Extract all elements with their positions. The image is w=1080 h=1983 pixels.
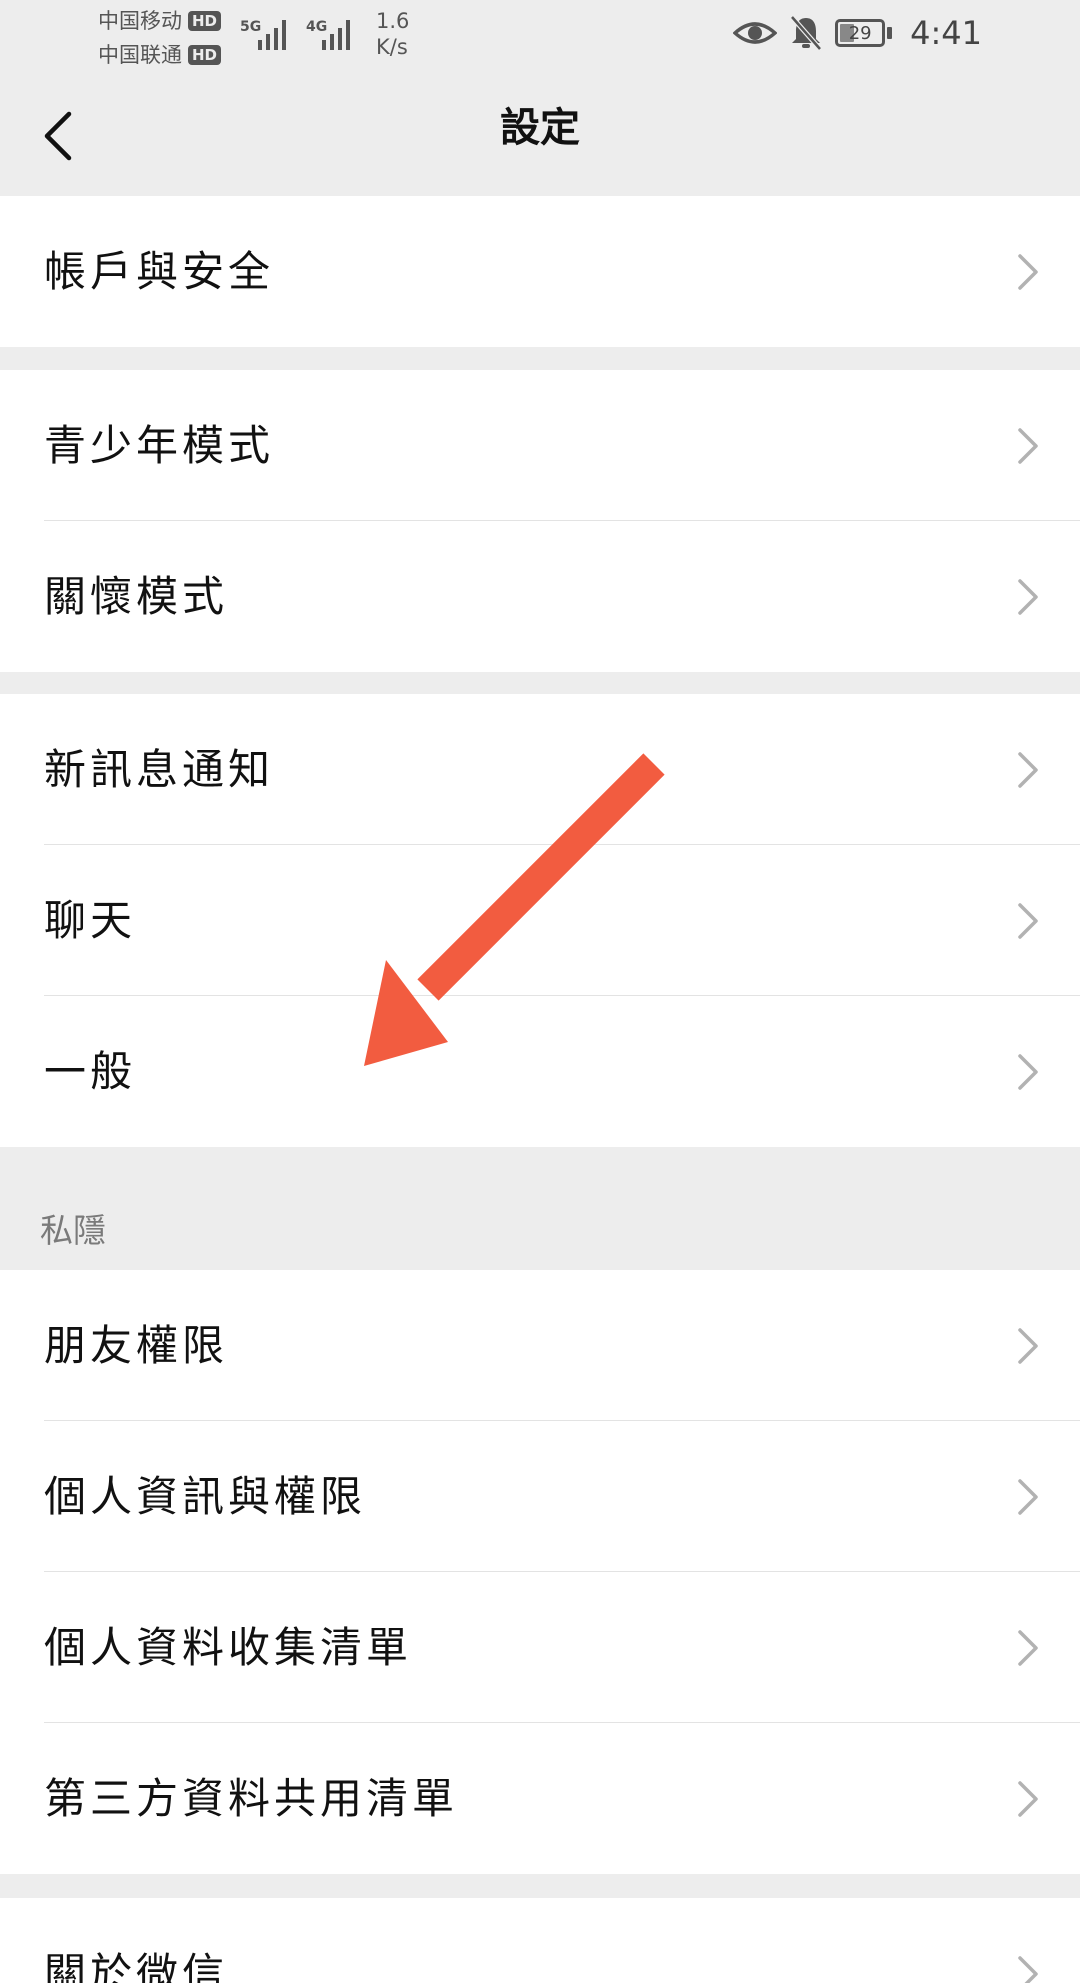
section-header-privacy: 私隱 xyxy=(0,1148,1080,1270)
settings-item-friend-permissions[interactable]: 朋友權限 xyxy=(0,1270,1080,1421)
carrier-info: 中国移动 HD 中国联通 HD xyxy=(98,4,222,72)
settings-item-label: 新訊息通知 xyxy=(44,745,275,794)
carrier-name-2: 中国联通 xyxy=(98,43,182,67)
settings-item-about-wechat[interactable]: 關於微信 xyxy=(0,1898,1080,1983)
settings-group-privacy: 朋友權限 個人資訊與權限 個人資料收集清單 第三方資料共用清單 xyxy=(0,1270,1080,1874)
settings-item-data-collection-list[interactable]: 個人資料收集清單 xyxy=(0,1572,1080,1723)
settings-item-account-security[interactable]: 帳戶與安全 xyxy=(0,196,1080,347)
status-time: 4:41 xyxy=(910,14,982,52)
chevron-right-icon xyxy=(1018,903,1038,939)
page-title: 設定 xyxy=(500,105,580,151)
net-label-1: 5G xyxy=(240,19,261,35)
chevron-right-icon xyxy=(1018,428,1038,464)
settings-item-label: 聊天 xyxy=(44,896,137,945)
settings-item-label: 關於微信 xyxy=(44,1949,229,1983)
settings-group-about: 關於微信 xyxy=(0,1898,1080,1983)
chevron-right-icon xyxy=(1018,1781,1038,1817)
chevron-right-icon xyxy=(1018,752,1038,788)
chevron-right-icon xyxy=(1018,254,1038,290)
settings-item-label: 朋友權限 xyxy=(44,1321,229,1370)
speed-unit: K/s xyxy=(376,35,408,59)
settings-item-personal-info-permissions[interactable]: 個人資訊與權限 xyxy=(0,1421,1080,1572)
hd-badge-1: HD xyxy=(188,11,222,31)
settings-item-notifications[interactable]: 新訊息通知 xyxy=(0,694,1080,845)
network-speed: 1.6 K/s xyxy=(376,8,409,60)
mute-bell-icon xyxy=(790,15,823,51)
battery-icon: 29 xyxy=(835,19,893,47)
settings-group-general: 新訊息通知 聊天 一般 xyxy=(0,694,1080,1147)
eye-icon xyxy=(733,22,778,44)
settings-item-chat[interactable]: 聊天 xyxy=(0,845,1080,996)
settings-item-third-party-sharing-list[interactable]: 第三方資料共用清單 xyxy=(0,1723,1080,1874)
settings-item-teen-mode[interactable]: 青少年模式 xyxy=(0,370,1080,521)
settings-group-account: 帳戶與安全 xyxy=(0,196,1080,347)
hd-badge-2: HD xyxy=(188,45,222,65)
settings-item-general[interactable]: 一般 xyxy=(0,996,1080,1147)
net-label-2: 4G xyxy=(306,19,327,35)
chevron-right-icon xyxy=(1018,1328,1038,1364)
settings-item-care-mode[interactable]: 關懷模式 xyxy=(0,521,1080,672)
battery-level: 29 xyxy=(848,22,872,44)
settings-group-modes: 青少年模式 關懷模式 xyxy=(0,370,1080,672)
chevron-right-icon xyxy=(1018,1956,1038,1983)
section-header-label: 私隱 xyxy=(40,1211,106,1250)
settings-item-label: 關懷模式 xyxy=(44,572,229,621)
settings-item-label: 帳戶與安全 xyxy=(44,247,275,296)
speed-value: 1.6 xyxy=(376,9,410,33)
settings-item-label: 個人資料收集清單 xyxy=(44,1623,413,1672)
chevron-right-icon xyxy=(1018,1630,1038,1666)
chevron-right-icon xyxy=(1018,1479,1038,1515)
status-bar: 中国移动 HD 中国联通 HD 5G 4G 1.6 K/s 29 4:41 xyxy=(0,0,1080,76)
settings-item-label: 個人資訊與權限 xyxy=(44,1472,367,1521)
carrier-name-1: 中国移动 xyxy=(98,9,182,33)
settings-item-label: 一般 xyxy=(44,1047,137,1096)
settings-item-label: 第三方資料共用清單 xyxy=(44,1774,459,1823)
settings-item-label: 青少年模式 xyxy=(44,421,275,470)
chevron-right-icon xyxy=(1018,579,1038,615)
chevron-right-icon xyxy=(1018,1054,1038,1090)
nav-bar: 設定 xyxy=(0,76,1080,196)
signal-icon: 5G 4G xyxy=(240,19,350,50)
